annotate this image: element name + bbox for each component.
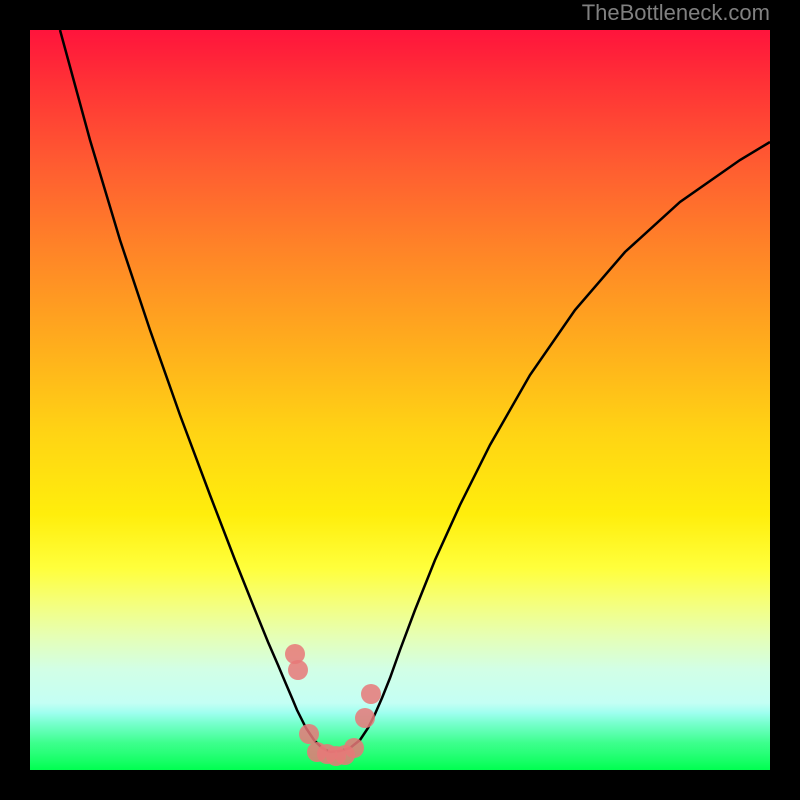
- chart-frame: TheBottleneck.com: [0, 0, 800, 800]
- watermark-text: TheBottleneck.com: [582, 0, 770, 26]
- plot-area: [30, 30, 770, 770]
- gradient-bottom: [30, 703, 770, 770]
- gradient-main: [30, 30, 770, 703]
- gradient-background: [30, 30, 770, 770]
